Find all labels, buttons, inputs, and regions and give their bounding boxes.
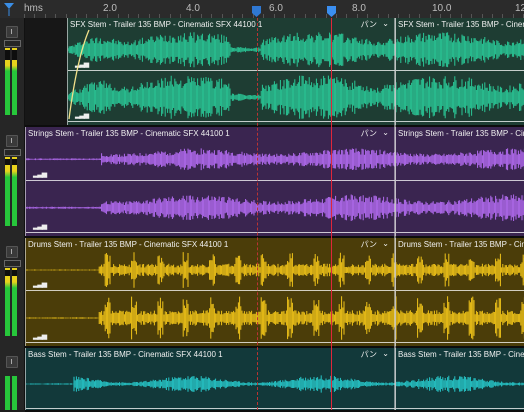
volume-envelope-line[interactable] xyxy=(26,342,395,343)
volume-icon[interactable]: ▂▃▅ xyxy=(33,332,47,340)
volume-envelope-line[interactable] xyxy=(26,408,395,409)
ruler-tick-label: 4.0 xyxy=(186,3,200,14)
track-control xyxy=(0,348,24,410)
track-lane-sfx[interactable]: SFX Stem - Trailer 135 BMP - Cinematic S… xyxy=(25,18,524,127)
volume-envelope-line[interactable] xyxy=(396,232,524,233)
audio-clip[interactable]: Strings Stem - Trailer 135 BMP - Cinemat… xyxy=(25,127,395,236)
volume-envelope-line[interactable] xyxy=(26,290,395,291)
ruler-tick-label: 6.0 xyxy=(269,3,283,14)
volume-envelope-line[interactable] xyxy=(396,69,524,71)
level-meter xyxy=(12,268,17,336)
audio-clip[interactable]: Strings Stem - Trailer 135 BMP - Cinemat… xyxy=(395,127,524,236)
ruler-snap-icon[interactable] xyxy=(3,2,15,16)
waveform xyxy=(396,253,524,340)
waveform xyxy=(396,32,524,119)
waveform xyxy=(68,32,395,119)
volume-envelope-line[interactable] xyxy=(26,232,395,233)
volume-envelope-line[interactable] xyxy=(396,121,524,122)
track-lane-strings[interactable]: Strings Stem - Trailer 135 BMP - Cinemat… xyxy=(25,127,524,238)
volume-envelope-line[interactable] xyxy=(396,408,524,409)
meter-header xyxy=(4,149,21,156)
volume-envelope-line[interactable] xyxy=(396,342,524,343)
track-menu-button[interactable] xyxy=(6,26,18,38)
volume-envelope-line[interactable] xyxy=(396,179,524,181)
clip-boundary-line xyxy=(394,18,396,410)
volume-envelope-line[interactable] xyxy=(68,121,395,122)
volume-envelope-line[interactable] xyxy=(396,290,524,291)
playhead-marker-icon[interactable] xyxy=(327,6,336,17)
time-ruler[interactable]: hms 2.0 4.0 6.0 8.0 10.0 12.0 xyxy=(0,0,524,19)
waveform xyxy=(396,375,524,393)
waveform xyxy=(396,148,524,221)
audio-clip[interactable]: Bass Stem - Trailer 135 BMP - Cinematic … xyxy=(395,348,524,410)
volume-envelope-line[interactable] xyxy=(26,179,395,181)
audio-clip[interactable]: Bass Stem - Trailer 135 BMP - Cinematic … xyxy=(25,348,395,410)
level-meter xyxy=(5,268,10,336)
track-control xyxy=(0,127,24,236)
loop-start-marker-icon[interactable] xyxy=(252,6,261,17)
audio-clip[interactable]: Drums Stem - Trailer 135 BMP - Cinematic… xyxy=(25,238,395,346)
ruler-tick-label: 8.0 xyxy=(352,3,366,14)
audio-clip[interactable]: SFX Stem - Trailer 135 BMP - Cinematic S… xyxy=(67,18,395,125)
audio-clip[interactable]: SFX Stem - Trailer 135 BMP - Cinematic S… xyxy=(395,18,524,125)
level-meter xyxy=(12,48,17,115)
fade-in-curve[interactable] xyxy=(67,18,107,125)
volume-envelope-line[interactable] xyxy=(68,69,395,71)
volume-icon[interactable]: ▂▃▅ xyxy=(33,222,47,230)
waveform xyxy=(26,252,395,340)
ruler-tick-label: 12.0 xyxy=(515,3,524,14)
track-lane-drums[interactable]: Drums Stem - Trailer 135 BMP - Cinematic… xyxy=(25,238,524,348)
meter-header xyxy=(4,40,21,47)
waveform xyxy=(26,148,395,221)
track-control xyxy=(0,238,24,346)
level-meter xyxy=(12,376,17,410)
track-menu-button[interactable] xyxy=(6,135,18,147)
ruler-unit-label: hms xyxy=(24,3,43,14)
track-lane-bass[interactable]: Bass Stem - Trailer 135 BMP - Cinematic … xyxy=(25,348,524,412)
volume-icon[interactable]: ▂▃▅ xyxy=(33,170,47,178)
level-meter xyxy=(5,376,10,410)
level-meter xyxy=(5,48,10,115)
track-menu-button[interactable] xyxy=(6,246,18,258)
level-meter xyxy=(5,157,10,226)
ruler-tick-label: 2.0 xyxy=(103,3,117,14)
meter-header xyxy=(4,260,21,267)
waveform xyxy=(26,375,395,393)
ruler-tick-label: 10.0 xyxy=(432,3,452,14)
track-controls-panel xyxy=(0,18,25,410)
track-menu-button[interactable] xyxy=(6,356,18,368)
level-meter xyxy=(12,157,17,226)
volume-icon[interactable]: ▂▃▅ xyxy=(33,280,47,288)
loop-range-line xyxy=(257,18,258,410)
track-control xyxy=(0,18,24,125)
playhead[interactable] xyxy=(331,18,332,410)
audio-clip[interactable]: Drums Stem - Trailer 135 BMP - Cinematic… xyxy=(395,238,524,346)
